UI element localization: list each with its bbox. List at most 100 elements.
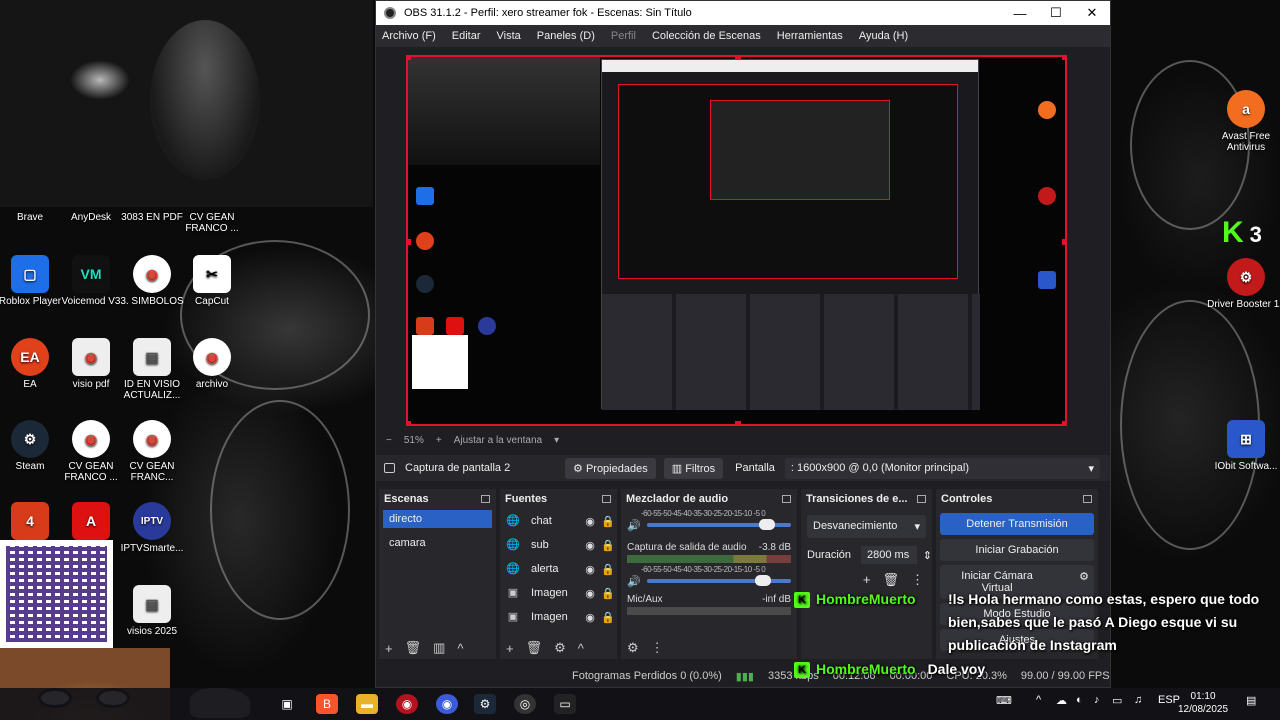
desktop-icon-iptv[interactable]: IPTV IPTVSmarte...: [116, 502, 188, 554]
add-icon[interactable]: +: [863, 572, 871, 588]
close-button[interactable]: ✕: [1074, 5, 1110, 21]
desktop-icon-iobit[interactable]: ⊞ IObit Softwa...: [1206, 420, 1280, 472]
obs-preview[interactable]: [406, 55, 1067, 426]
source-item[interactable]: ▣ Imagen ◉ 🔒: [500, 605, 617, 629]
language-indicator[interactable]: ESP: [1158, 694, 1180, 706]
more-icon[interactable]: ⋮: [651, 640, 664, 656]
popout-icon[interactable]: [1083, 495, 1092, 503]
screen-select[interactable]: : 1600x900 @ 0,0 (Monitor principal) ▾: [784, 457, 1100, 479]
popout-icon[interactable]: [602, 495, 611, 503]
lock-icon[interactable]: 🔒: [599, 515, 617, 528]
chevron-up-icon[interactable]: ^: [578, 641, 584, 656]
desktop-icon-capcut[interactable]: ✂ CapCut: [176, 255, 248, 307]
zoom-out-button[interactable]: −: [386, 435, 392, 446]
task-view-icon[interactable]: ▣: [276, 694, 298, 714]
lock-icon[interactable]: 🔒: [599, 563, 617, 576]
desktop-icon-cv-gean[interactable]: CV GEAN FRANCO ...: [176, 212, 248, 234]
fader-knob[interactable]: [755, 575, 771, 586]
properties-button[interactable]: ⚙ Propiedades: [565, 457, 656, 479]
scene-item-directo[interactable]: directo: [383, 510, 492, 528]
lock-icon[interactable]: 🔒: [599, 587, 617, 600]
eye-icon[interactable]: ◉: [581, 587, 599, 600]
filters-button[interactable]: ▥ Filtros: [663, 457, 724, 479]
transition-select[interactable]: Desvanecimiento ▾: [807, 515, 926, 538]
speaker-icon[interactable]: 🔊: [627, 519, 641, 532]
keyboard-icon[interactable]: ⌨: [996, 694, 1012, 707]
obs-taskbar-icon[interactable]: ◎: [514, 694, 536, 714]
fader-track[interactable]: [646, 575, 791, 586]
clock[interactable]: 01:10 12/08/2025: [1178, 690, 1228, 716]
app-taskbar-icon[interactable]: ◉: [436, 694, 458, 714]
resize-handle[interactable]: [408, 421, 411, 424]
lock-icon[interactable]: 🔒: [599, 611, 617, 624]
cloud-icon[interactable]: ☁: [1056, 694, 1067, 707]
menu-vista[interactable]: Vista: [497, 30, 521, 42]
speaker-icon[interactable]: 🔊: [627, 575, 641, 588]
notification-icon[interactable]: ▤: [1246, 694, 1256, 707]
maximize-button[interactable]: ☐: [1038, 5, 1074, 21]
terminal-taskbar-icon[interactable]: ▭: [554, 694, 576, 714]
popout-icon[interactable]: [782, 495, 791, 503]
chevron-down-icon[interactable]: ▾: [554, 435, 559, 446]
menu-editar[interactable]: Editar: [452, 30, 481, 42]
start-recording-button[interactable]: Iniciar Grabación: [940, 539, 1094, 561]
source-item[interactable]: 🌐 sub ◉ 🔒: [500, 533, 617, 557]
menu-paneles[interactable]: Paneles (D): [537, 30, 595, 42]
lock-icon[interactable]: 🔒: [599, 539, 617, 552]
folder-taskbar-icon[interactable]: ▬: [356, 694, 378, 714]
resize-handle[interactable]: [735, 421, 741, 424]
trash-icon[interactable]: 🗑: [882, 572, 899, 588]
source-item[interactable]: 🌐 alerta ◉ 🔒: [500, 557, 617, 581]
desktop-icon-visios-2025[interactable]: ▤ visios 2025: [116, 585, 188, 637]
more-icon[interactable]: ⋮: [911, 572, 924, 588]
trash-icon[interactable]: 🗑: [405, 640, 422, 656]
chevron-up-icon[interactable]: ^: [1036, 694, 1041, 706]
add-icon[interactable]: +: [506, 641, 514, 656]
zoom-in-button[interactable]: +: [436, 435, 442, 446]
menu-perfil[interactable]: Perfil: [611, 30, 636, 42]
spin-icon[interactable]: ⇕: [923, 549, 932, 562]
resize-handle[interactable]: [1062, 421, 1065, 424]
app-taskbar-icon[interactable]: ◉: [396, 694, 418, 714]
eye-icon[interactable]: ◉: [581, 515, 599, 528]
eye-icon[interactable]: ◉: [581, 563, 599, 576]
filter-icon[interactable]: ▥: [433, 640, 445, 656]
eye-icon[interactable]: ◉: [581, 539, 599, 552]
menu-ayuda[interactable]: Ayuda (H): [859, 30, 908, 42]
popout-icon[interactable]: [917, 495, 926, 503]
stop-stream-button[interactable]: Detener Transmisión: [940, 513, 1094, 535]
resize-handle[interactable]: [408, 239, 411, 245]
eye-icon[interactable]: ◉: [581, 611, 599, 624]
source-item[interactable]: 🌐 chat ◉ 🔒: [500, 509, 617, 533]
fader-track[interactable]: [646, 519, 791, 530]
resize-handle[interactable]: [408, 57, 411, 60]
fader-knob[interactable]: [759, 519, 775, 530]
resize-handle[interactable]: [1062, 239, 1065, 245]
brave-taskbar-icon[interactable]: B: [316, 694, 338, 714]
chevron-up-icon[interactable]: ^: [457, 641, 463, 656]
desktop-icon-cv-gean-3[interactable]: ◉ CV GEAN FRANC...: [116, 420, 188, 483]
gear-icon[interactable]: ⚙: [554, 640, 566, 656]
desktop-icon-avast[interactable]: a Avast Free Antivirus: [1206, 90, 1280, 153]
menu-archivo[interactable]: Archivo (F): [382, 30, 436, 42]
resize-handle[interactable]: [735, 57, 741, 60]
mic-icon[interactable]: ♪: [1094, 694, 1100, 706]
popout-icon[interactable]: [481, 495, 490, 503]
trash-icon[interactable]: 🗑: [526, 640, 543, 656]
steam-taskbar-icon[interactable]: ⚙: [474, 694, 496, 714]
desktop-icon-driver-booster[interactable]: ⚙ Driver Booster 12: [1206, 258, 1280, 310]
duration-input[interactable]: 2800 ms: [861, 546, 917, 564]
menu-herramientas[interactable]: Herramientas: [777, 30, 843, 42]
network-icon[interactable]: ▭: [1112, 694, 1122, 707]
gear-icon[interactable]: ⚙: [627, 640, 639, 656]
menu-coleccion-escenas[interactable]: Colección de Escenas: [652, 30, 761, 42]
zoom-fit-select[interactable]: Ajustar a la ventana: [454, 435, 542, 446]
scene-item-camara[interactable]: camara: [383, 534, 492, 552]
volume-fader[interactable]: 🔊: [627, 574, 791, 588]
resize-handle[interactable]: [1062, 57, 1065, 60]
source-item[interactable]: ▣ Imagen ◉ 🔒: [500, 581, 617, 605]
headset-icon[interactable]: ◐: [1076, 694, 1083, 706]
desktop-icon-archivo[interactable]: ◉ archivo: [176, 338, 248, 390]
volume-icon[interactable]: ♫: [1134, 694, 1142, 706]
minimize-button[interactable]: —: [1002, 6, 1038, 21]
